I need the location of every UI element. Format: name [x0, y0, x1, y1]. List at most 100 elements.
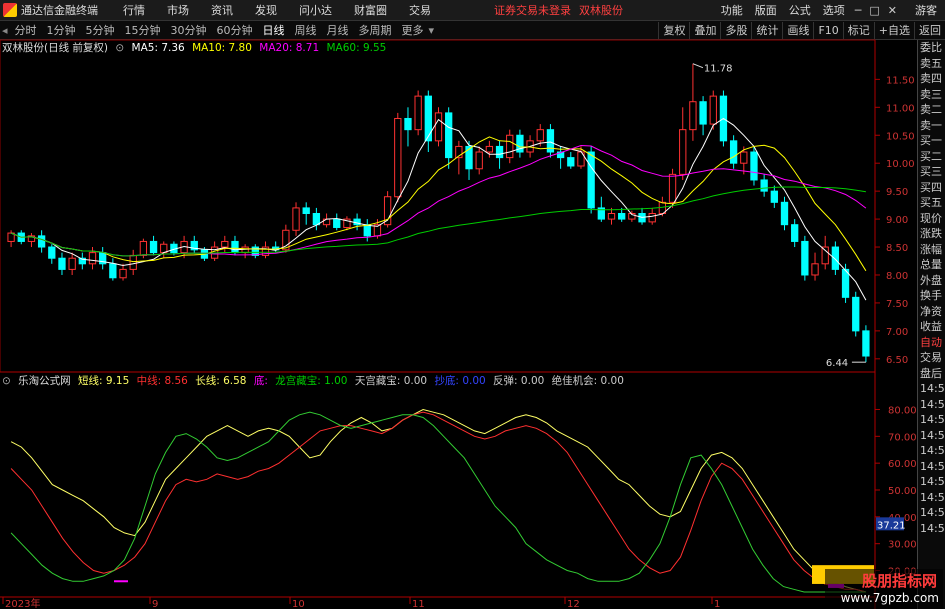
price-axis-label: 11.00 — [886, 103, 915, 114]
side-item[interactable]: 14:56 — [918, 474, 945, 490]
candle-body — [37, 235, 46, 248]
candle-body — [740, 151, 748, 164]
low-price-label: 6.44 — [826, 358, 848, 369]
candle-body — [312, 213, 321, 226]
side-item[interactable]: 卖一 — [918, 118, 945, 134]
candle-body — [750, 151, 758, 181]
side-item[interactable]: 换手 — [918, 288, 945, 304]
candle-body — [404, 117, 412, 131]
date-axis-label: 10 — [292, 599, 305, 609]
side-item[interactable]: 卖二 — [918, 102, 945, 118]
price-axis-label: 10.00 — [886, 159, 915, 170]
watermark-title: 股朋指标网 — [861, 572, 937, 590]
candle-body — [699, 101, 707, 125]
side-item[interactable]: 总量 — [918, 257, 945, 273]
candle-body — [668, 173, 677, 203]
candle-body — [292, 207, 300, 231]
candle-body — [506, 134, 514, 159]
side-item[interactable]: 买二 — [918, 149, 945, 165]
ma20-line — [10, 144, 867, 257]
date-axis-label: 9 — [152, 599, 158, 609]
indicator-axis-label: 80.00 — [888, 405, 917, 416]
candle-body — [363, 224, 371, 237]
side-item[interactable]: 涨跌 — [918, 226, 945, 242]
side-item[interactable]: 委比 — [918, 40, 945, 56]
side-item[interactable]: 14:56 — [918, 521, 945, 537]
candle-body — [618, 213, 626, 220]
candle-body — [679, 129, 687, 175]
candle-body — [801, 240, 809, 276]
candle-body — [852, 296, 860, 332]
high-marker-line — [692, 63, 704, 69]
candle-body — [648, 213, 656, 223]
side-item[interactable]: 卖三 — [918, 87, 945, 103]
side-item[interactable]: 自动 — [918, 335, 945, 351]
candles — [7, 63, 870, 363]
side-item[interactable]: 收益 — [918, 319, 945, 335]
side-item[interactable]: 14:56 — [918, 428, 945, 444]
candle-body — [587, 151, 595, 209]
side-item[interactable]: 买一 — [918, 133, 945, 149]
side-item[interactable]: 盘后 — [918, 366, 945, 382]
candle-body — [221, 240, 229, 248]
candle-body — [811, 263, 819, 276]
candle-body — [149, 240, 158, 254]
side-item[interactable]: 14:56 — [918, 412, 945, 428]
side-item[interactable]: 卖五 — [918, 56, 945, 72]
candle-body — [129, 254, 137, 270]
side-item[interactable]: 外盘 — [918, 273, 945, 289]
mid-line — [10, 411, 867, 593]
candle-body — [302, 207, 310, 215]
kline-chart[interactable]: 11.78 6.44 11.50 11.00 10.50 10.00 9.50 9.00 8.… — [0, 0, 945, 609]
candle-body — [831, 246, 840, 270]
side-item[interactable]: 买五 — [918, 195, 945, 211]
candle-body — [109, 263, 117, 279]
price-axis-label: 8.00 — [886, 271, 908, 282]
side-item[interactable]: 买四 — [918, 180, 945, 196]
candle-body — [465, 145, 473, 170]
side-item[interactable]: 14:56 — [918, 505, 945, 521]
indicator-lines — [10, 408, 874, 593]
side-item[interactable]: 涨幅 — [918, 242, 945, 258]
side-item[interactable]: 14:56 — [918, 459, 945, 475]
price-axis-label: 10.50 — [886, 131, 915, 142]
candle-body — [485, 145, 494, 153]
candle-body — [770, 190, 778, 203]
indicator-current-label: 37.21 — [877, 520, 906, 531]
candle-body — [607, 213, 616, 220]
candle-body — [68, 257, 76, 270]
short-line — [10, 408, 867, 593]
candle-body — [862, 330, 870, 357]
candle-body — [424, 95, 432, 142]
price-axis-label: 7.50 — [886, 299, 908, 310]
candle-body — [48, 246, 56, 259]
date-axis-label: 1 — [714, 599, 720, 609]
side-item[interactable]: 卖四 — [918, 71, 945, 87]
candle-body — [709, 95, 717, 125]
price-axis-label: 7.00 — [886, 327, 908, 338]
date-axis-label: 11 — [412, 599, 425, 609]
candle-body — [495, 145, 504, 159]
side-item[interactable]: 买三 — [918, 164, 945, 180]
candle-body — [689, 101, 697, 131]
candle-body — [119, 268, 127, 279]
candle-body — [567, 157, 575, 167]
side-item[interactable]: 14:56 — [918, 397, 945, 413]
side-item[interactable]: 14:56 — [918, 381, 945, 397]
candle-body — [88, 252, 97, 265]
side-item[interactable]: 净资 — [918, 304, 945, 320]
side-item[interactable]: 14:56 — [918, 490, 945, 506]
price-panel-border — [0, 39, 876, 373]
price-axis-label: 9.50 — [886, 187, 908, 198]
price-axis-label: 6.50 — [886, 355, 908, 366]
date-axis-label: 12 — [567, 599, 580, 609]
candle-body — [780, 201, 789, 226]
quote-side-panel: 委比 卖五 卖四 卖三 卖二 卖一 买一 买二 买三 买四 买五 现价 涨跌 涨幅 总量 外盘 换手 净资 收益 自动… — [917, 40, 945, 609]
side-item[interactable]: 现价 — [918, 211, 945, 227]
side-item[interactable]: 14:56 — [918, 443, 945, 459]
candle-body — [58, 257, 66, 270]
date-axis-label: 2023年 — [5, 597, 40, 609]
candle-body — [791, 224, 799, 242]
price-axis-label: 11.50 — [886, 75, 915, 86]
side-item[interactable]: 交易 — [918, 350, 945, 366]
